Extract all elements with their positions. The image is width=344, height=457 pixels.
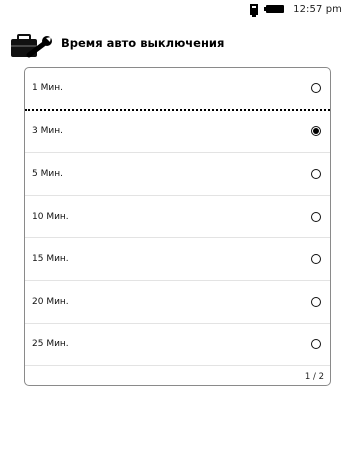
radio-button[interactable]	[311, 254, 321, 265]
option-label: 15 Мин.	[32, 254, 69, 265]
bookmark-flag-icon	[248, 2, 260, 17]
status-bar: 12:57 pm	[248, 0, 344, 18]
option-label: 10 Мин.	[32, 211, 69, 222]
header: Время авто выключения	[11, 29, 333, 61]
screen: 12:57 pm Время авто выключения 1 Мин. 3 …	[0, 0, 344, 457]
option-20-min[interactable]: 20 Мин.	[25, 281, 330, 324]
option-label: 1 Мин.	[32, 83, 63, 94]
battery-icon	[264, 5, 285, 13]
option-label: 5 Мин.	[32, 168, 63, 179]
radio-button[interactable]	[311, 296, 321, 307]
options-list: 1 Мин. 3 Мин. 5 Мин. 10 Мин. 15 Мин. 20 …	[24, 67, 331, 386]
option-label: 20 Мин.	[32, 296, 69, 307]
status-time: 12:57 pm	[293, 3, 342, 15]
option-15-min[interactable]: 15 Мин.	[25, 238, 330, 281]
option-10-min[interactable]: 10 Мин.	[25, 196, 330, 239]
radio-button[interactable]	[311, 168, 321, 179]
option-label: 3 Мин.	[32, 126, 63, 137]
radio-button[interactable]	[311, 339, 321, 350]
option-3-min[interactable]: 3 Мин.	[25, 111, 330, 154]
option-25-min[interactable]: 25 Мин.	[25, 324, 330, 367]
radio-dot	[313, 128, 319, 135]
page-indicator: 1 / 2	[304, 372, 324, 382]
radio-button[interactable]	[311, 83, 321, 94]
option-1-min[interactable]: 1 Мин.	[25, 68, 330, 111]
radio-button-selected[interactable]	[311, 126, 321, 137]
page-title: Время авто выключения	[61, 36, 225, 50]
radio-button[interactable]	[311, 211, 321, 222]
wrench-toolbox-icon	[11, 29, 53, 61]
option-label: 25 Мин.	[32, 339, 69, 350]
option-5-min[interactable]: 5 Мин.	[25, 153, 330, 196]
